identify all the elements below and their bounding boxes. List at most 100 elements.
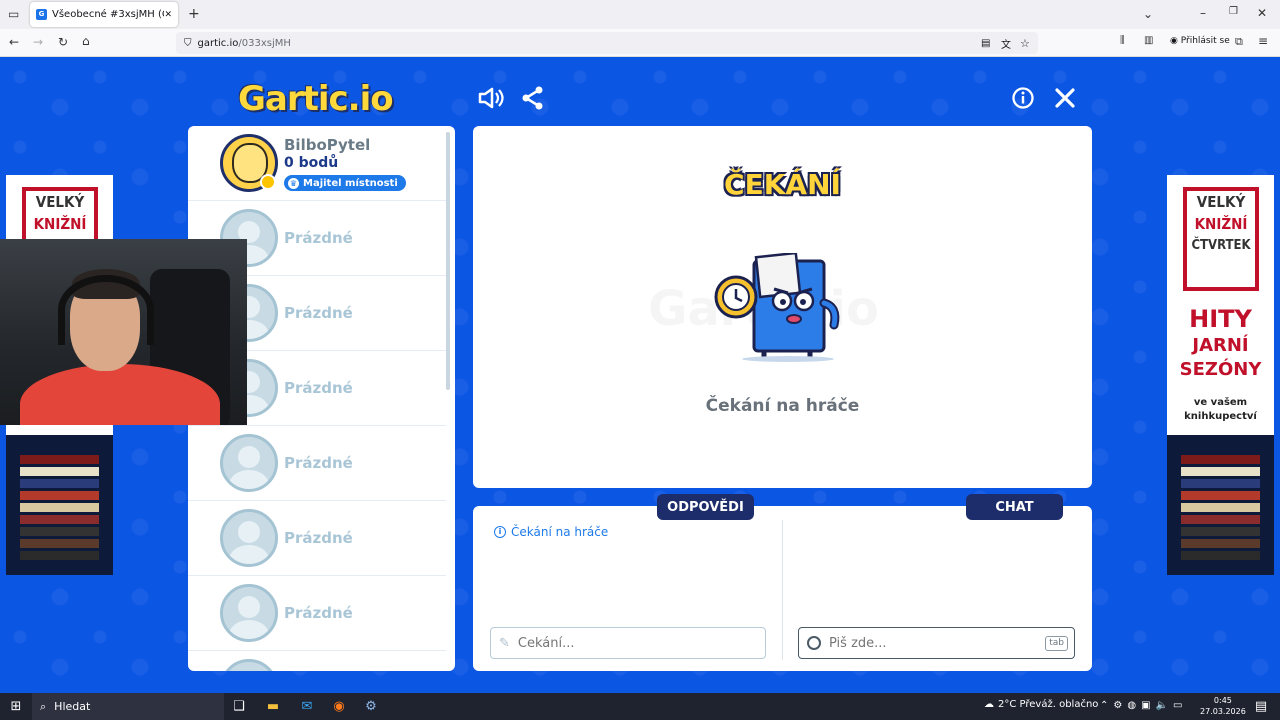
player-row-empty: Prázdné — [188, 501, 446, 576]
crown-icon: ♛ — [288, 177, 299, 189]
sidebar-icon[interactable]: ▥ — [1144, 35, 1153, 46]
ad-books-image — [6, 435, 113, 575]
translate-icon[interactable]: 文 — [1001, 36, 1011, 51]
library-icon[interactable]: ⫼ — [1120, 35, 1125, 46]
empty-slot-label: Prázdné — [284, 529, 353, 547]
empty-avatar-icon — [220, 584, 278, 642]
browser-tab-bar: ▭ G Všeobecné #3xsjMH (Čeština) - ✕ + ⌄ … — [0, 0, 1280, 29]
system-tray[interactable]: ⌃⚙◍▣🔈▭ — [1100, 700, 1187, 711]
tab-title: Všeobecné #3xsjMH (Čeština) - — [52, 9, 164, 20]
search-icon: ⌕ — [40, 699, 47, 713]
answer-input[interactable] — [517, 635, 765, 651]
taskbar-search[interactable]: ⌕ Hledat — [32, 693, 224, 720]
task-view-icon[interactable]: ❑ — [230, 698, 248, 715]
mail-icon[interactable]: ✉ — [298, 698, 316, 715]
empty-avatar-icon — [220, 659, 278, 671]
player-row-empty — [188, 651, 446, 671]
chat-bubble-icon — [807, 636, 821, 650]
answer-field[interactable]: ✎ — [490, 627, 766, 659]
home-icon[interactable]: ⌂ — [82, 34, 90, 48]
empty-avatar-icon — [220, 434, 278, 492]
answers-info-text: Čekání na hráče — [511, 525, 609, 539]
site-info-icon[interactable]: ⛉ — [184, 38, 192, 49]
notifications-icon[interactable]: ▤ — [1252, 698, 1270, 715]
url-host: gartic.io — [197, 37, 239, 49]
windows-start-icon[interactable]: ⊞ — [7, 698, 25, 715]
advertisement-right[interactable]: VELKÝ KNIŽNÍ ČTVRTEK HITY JARNÍ SEZÓNY v… — [1167, 175, 1274, 575]
chat-field[interactable]: tab — [798, 627, 1075, 659]
waiting-for-players-text: Čekání na hráče — [705, 396, 860, 416]
cloud-icon: ☁ — [984, 699, 994, 710]
windows-taskbar: ⊞ ⌕ Hledat ❑ ▬ ✉ ◉ ⚙ ☁ 2°C Převáž. oblač… — [0, 693, 1280, 720]
ad-text: KNIŽNÍ — [1194, 215, 1248, 233]
stage-title: ČEKÁNÍ — [724, 168, 841, 201]
signin-button[interactable]: ◉ Přihlásit se — [1170, 36, 1230, 46]
answers-chat-panel: ODPOVĚDI CHAT i Čekání na hráče ✎ tab — [473, 494, 1092, 671]
ad-books-image — [1167, 435, 1274, 575]
ad-text: KNIŽNÍ — [33, 215, 87, 233]
player-row-empty: Prázdné — [188, 426, 446, 501]
empty-slot-label: Prázdné — [284, 304, 353, 322]
tab-chat[interactable]: CHAT — [966, 494, 1063, 520]
ad-text: SEZÓNY — [1179, 359, 1262, 380]
bookmark-star-icon[interactable]: ☆ — [1020, 37, 1030, 50]
signin-label: Přihlásit se — [1180, 36, 1230, 46]
player-name: BilboPytel — [284, 136, 371, 154]
share-icon[interactable] — [520, 85, 546, 111]
url-path: /033xsjMH — [238, 37, 291, 49]
headset-icon — [58, 275, 154, 345]
new-tab-icon[interactable]: + — [188, 6, 200, 22]
ad-text: knihkupectví — [1184, 411, 1257, 422]
weather-widget[interactable]: ☁ 2°C Převáž. oblačno — [984, 699, 1098, 710]
gartic-favicon-icon: G — [36, 9, 47, 20]
browser-tab[interactable]: G Všeobecné #3xsjMH (Čeština) - ✕ — [30, 2, 178, 27]
sound-icon[interactable] — [478, 85, 504, 111]
firefox-icon[interactable]: ◉ — [330, 698, 348, 715]
browser-nav-bar: ← → ↻ ⌂ ⛉ gartic.io /033xsjMH ▤ 文 ☆ ⫼ ▥ … — [0, 29, 1280, 57]
reload-icon[interactable]: ↻ — [58, 35, 68, 49]
back-icon[interactable]: ← — [9, 35, 19, 49]
tab-key-hint: tab — [1045, 636, 1068, 651]
gartic-logo[interactable]: Gartic.io — [238, 79, 394, 119]
chat-input[interactable] — [829, 635, 1074, 651]
ad-text: HITY — [1189, 305, 1252, 333]
url-bar[interactable]: ⛉ gartic.io /033xsjMH ▤ 文 ☆ — [176, 32, 1038, 54]
player-list-scrollbar[interactable] — [446, 132, 450, 390]
pencil-icon: ✎ — [499, 635, 510, 651]
steam-icon[interactable]: ⚙ — [362, 698, 380, 715]
close-tab-icon[interactable]: ✕ — [164, 10, 172, 20]
tab-list-icon[interactable]: ▭ — [8, 7, 19, 21]
close-window-icon[interactable]: ✕ — [1257, 6, 1267, 20]
empty-slot-label: Prázdné — [284, 229, 353, 247]
game-stage: ČEKÁNÍ Gartic.io Čekání na hráče — [473, 126, 1092, 488]
account-icon: ◉ — [1170, 36, 1178, 46]
clock-time: 0:45 — [1213, 696, 1232, 705]
empty-avatar-icon — [220, 509, 278, 567]
room-owner-badge: ♛ Majitel místnosti — [284, 175, 406, 191]
info-icon[interactable] — [1010, 85, 1036, 111]
menu-icon[interactable]: ≡ — [1258, 34, 1268, 48]
player-points: 0 bodů — [284, 155, 339, 171]
game-page: Gartic.io VELKÝ KNIŽNÍ ČTVRTEK HITY JARN… — [0, 57, 1280, 693]
ad-book-frame: VELKÝ KNIŽNÍ ČTVRTEK — [1183, 187, 1259, 291]
player-row-owner[interactable]: BilboPytel 0 bodů ♛ Majitel místnosti — [188, 126, 446, 201]
online-status-icon — [260, 174, 276, 190]
minimize-icon[interactable]: – — [1200, 6, 1206, 20]
ad-text: JARNÍ — [1192, 335, 1249, 356]
taskbar-search-label: Hledat — [54, 700, 91, 713]
ad-text: VELKÝ — [35, 193, 85, 211]
forward-icon[interactable]: → — [33, 35, 43, 49]
taskbar-clock[interactable]: 0:45 27.03.2026 — [1200, 695, 1246, 717]
answers-info-message: i Čekání na hráče — [494, 525, 608, 539]
tab-answers[interactable]: ODPOVĚDI — [657, 494, 754, 520]
restore-icon[interactable]: ❐ — [1229, 6, 1238, 17]
ad-text: VELKÝ — [1196, 193, 1246, 211]
close-icon[interactable] — [1052, 85, 1078, 111]
reader-view-icon[interactable]: ▤ — [981, 38, 990, 49]
player-row-empty: Prázdné — [188, 576, 446, 651]
file-explorer-icon[interactable]: ▬ — [264, 698, 282, 715]
empty-slot-label: Prázdné — [284, 379, 353, 397]
chevron-down-icon[interactable]: ⌄ — [1143, 7, 1153, 21]
extensions-icon[interactable]: ⧉ — [1235, 35, 1243, 49]
webcam-overlay — [0, 239, 247, 425]
